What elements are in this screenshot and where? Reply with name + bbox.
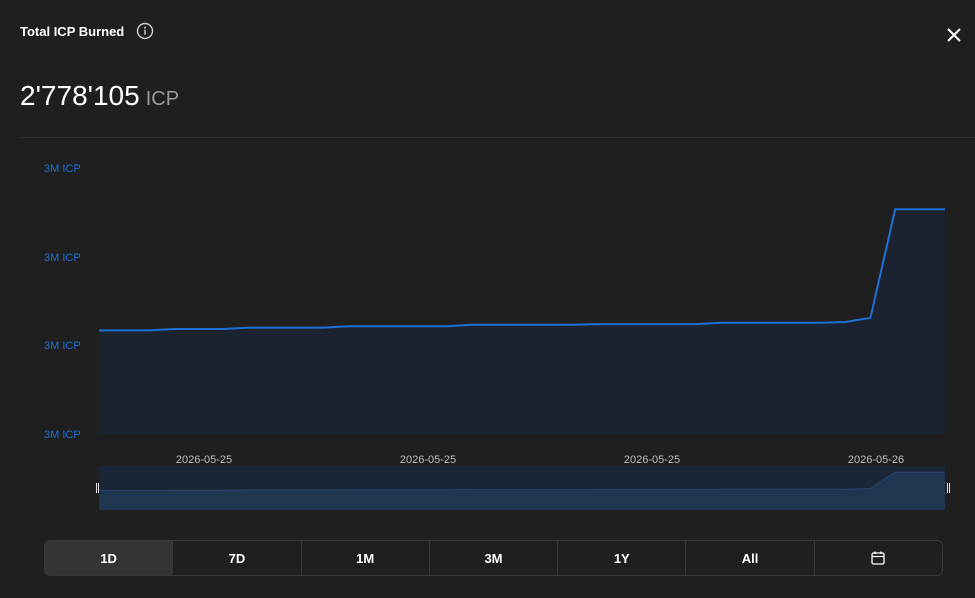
range-button-1y[interactable]: 1Y <box>558 541 687 575</box>
close-icon[interactable] <box>943 24 965 46</box>
modal-header: Total ICP Burned <box>20 22 154 40</box>
total-value-unit: ICP <box>145 88 180 110</box>
y-tick-label: 3M ICP <box>44 340 81 352</box>
info-icon[interactable] <box>136 22 154 40</box>
range-button-1m[interactable]: 1M <box>302 541 430 575</box>
range-button-all[interactable]: All <box>686 541 815 575</box>
x-tick-label: 2026-05-26 <box>848 454 904 466</box>
y-tick-label: 3M ICP <box>44 429 81 441</box>
range-button-3m[interactable]: 3M <box>430 541 559 575</box>
range-button-7d[interactable]: 7D <box>173 541 302 575</box>
range-button-calendar[interactable] <box>815 541 942 575</box>
y-tick-label: 3M ICP <box>44 163 81 175</box>
x-tick-label: 2026-05-25 <box>624 454 680 466</box>
range-button-1d[interactable]: 1D <box>45 541 174 575</box>
y-tick-label: 3M ICP <box>44 252 81 264</box>
x-tick-label: 2026-05-25 <box>400 454 456 466</box>
burned-modal: Total ICP Burned 2'778'105 ICP 3M ICP 3M … <box>0 0 975 598</box>
time-range-selector: 1D 7D 1M 3M 1Y All <box>44 540 943 576</box>
navigator-handle-right[interactable] <box>946 482 951 494</box>
modal-title: Total ICP Burned <box>20 23 125 39</box>
x-tick-label: 2026-05-25 <box>176 454 232 466</box>
burned-chart[interactable]: 3M ICP 3M ICP 3M ICP 3M ICP 2026-05-25 2026-0… <box>0 150 975 520</box>
total-value-number: 2'778'105 <box>20 80 140 111</box>
navigator-handle-left[interactable] <box>95 482 100 494</box>
total-value: 2'778'105 ICP <box>20 80 179 112</box>
calendar-icon <box>871 551 885 565</box>
divider <box>20 137 975 138</box>
